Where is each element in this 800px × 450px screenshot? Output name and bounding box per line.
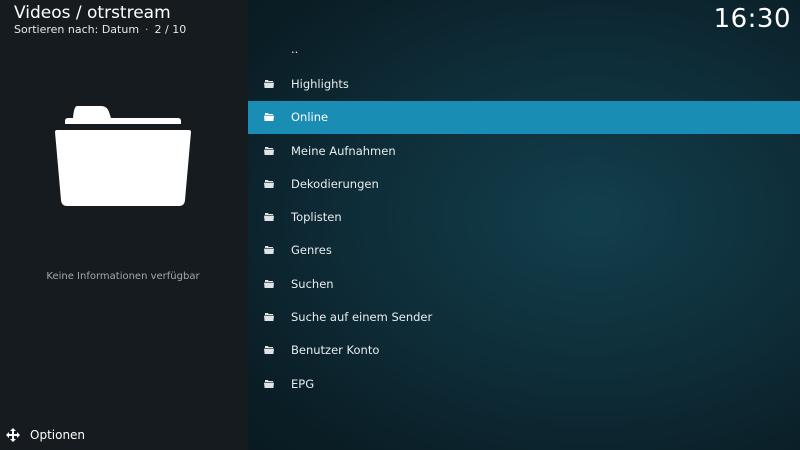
- list-item-benutzer-konto[interactable]: Benutzer Konto: [248, 334, 800, 367]
- folder-icon: [264, 113, 274, 122]
- folder-icon: [264, 79, 274, 88]
- page-title: Videos / otrstream: [14, 3, 171, 23]
- folder-icon: [264, 179, 274, 188]
- list-item-label: Online: [291, 110, 329, 125]
- file-list: .. Highlights Online Meine Aufnahmen Dek…: [248, 34, 800, 400]
- separator-dot: ·: [145, 23, 149, 36]
- options-label: Optionen: [30, 428, 86, 442]
- sort-label: Sortieren nach: Datum: [14, 23, 140, 36]
- list-item-label: ..: [291, 42, 299, 56]
- list-item-label: Benutzer Konto: [291, 343, 380, 358]
- folder-icon: [264, 379, 274, 388]
- list-item-online[interactable]: Online: [248, 100, 800, 134]
- list-item-label: Dekodierungen: [291, 176, 379, 191]
- list-item-epg[interactable]: EPG: [248, 367, 800, 400]
- folder-icon: [264, 313, 274, 322]
- no-info-text: Keine Informationen verfügbar: [46, 271, 200, 282]
- list-item-dekodierungen[interactable]: Dekodierungen: [248, 167, 800, 200]
- list-item-label: Toplisten: [291, 210, 342, 225]
- list-item-parent-dir[interactable]: ..: [248, 34, 800, 67]
- options-arrows-icon: [6, 428, 20, 442]
- list-item-label: Suche auf einem Sender: [291, 310, 433, 325]
- item-position: 2 / 10: [154, 23, 187, 36]
- list-item-label: Meine Aufnahmen: [291, 143, 396, 158]
- sort-info: Sortieren nach: Datum · 2 / 10: [14, 23, 186, 36]
- folder-icon: [264, 213, 274, 222]
- info-panel: [0, 0, 248, 450]
- folder-icon: [264, 346, 274, 355]
- options-button[interactable]: Optionen: [5, 425, 85, 445]
- list-item-toplisten[interactable]: Toplisten: [248, 200, 800, 233]
- list-item-suche-auf-einem-sender[interactable]: Suche auf einem Sender: [248, 300, 800, 333]
- folder-icon: [264, 246, 274, 255]
- list-item-label: EPG: [291, 376, 315, 391]
- list-item-meine-aufnahmen[interactable]: Meine Aufnahmen: [248, 134, 800, 167]
- list-item-highlights[interactable]: Highlights: [248, 67, 800, 100]
- folder-icon: [264, 279, 274, 288]
- folder-icon: [264, 146, 274, 155]
- list-item-label: Genres: [291, 243, 332, 258]
- clock: 16:30: [713, 4, 791, 34]
- list-item-genres[interactable]: Genres: [248, 234, 800, 267]
- list-item-suchen[interactable]: Suchen: [248, 267, 800, 300]
- folder-icon: [55, 106, 191, 206]
- list-item-label: Suchen: [291, 276, 334, 291]
- list-item-label: Highlights: [291, 76, 349, 91]
